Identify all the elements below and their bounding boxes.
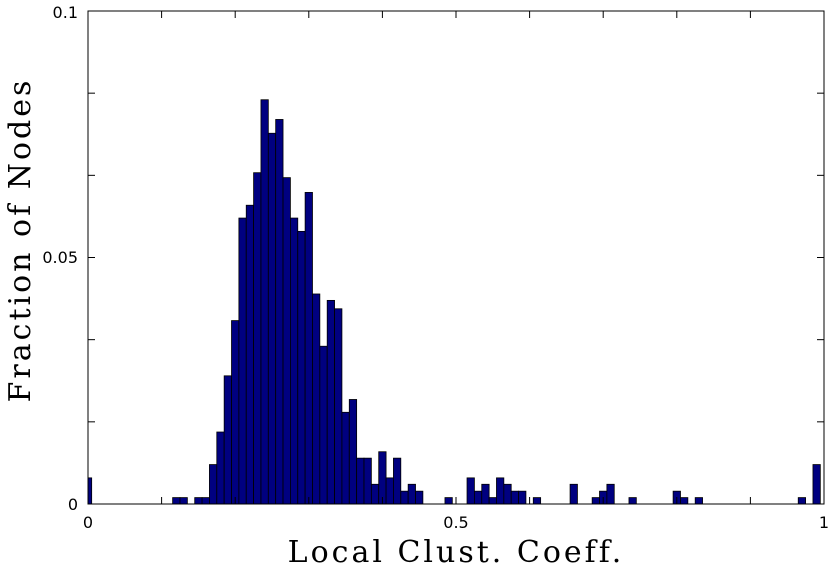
bar [348,399,358,505]
bar [341,411,350,505]
bar [510,490,519,505]
bar [466,477,475,505]
bar [680,497,689,505]
bar [591,497,600,505]
bar [231,320,240,505]
bar [503,483,512,505]
x-tick-label-1: 0.5 [443,513,468,532]
bar [532,497,542,505]
bar [628,497,637,505]
plot-background [88,11,824,504]
bar [194,497,203,505]
bar [400,490,409,505]
bar [488,497,497,505]
bar [312,293,321,505]
bar [267,132,277,505]
bar [385,477,394,505]
bar [260,99,269,505]
y-tick-label-0: 0 [68,495,78,514]
bar [275,119,284,505]
bar [378,451,387,505]
bar [209,464,218,505]
bar [569,483,578,505]
bar [797,497,806,505]
bar [334,308,343,505]
bar [496,477,505,505]
bar [289,217,299,505]
bar [87,477,93,505]
bar [481,483,490,505]
bar [297,230,306,505]
bar [393,457,402,505]
bar [172,497,181,505]
y-axis-title: Fraction of Nodes [3,78,38,403]
x-tick-label-2: 1 [819,513,829,532]
bar [319,345,328,505]
bar [201,497,210,505]
bar [370,483,380,505]
bar [216,431,225,505]
histogram-chart: 0 0.5 1 0 0.05 0.1 Local Clust. Coeff. F… [3,3,829,570]
bar [606,483,615,505]
y-tick-label-1: 0.05 [42,248,78,267]
bar [326,299,335,505]
bar [363,457,372,505]
bar [444,497,453,505]
bar [415,490,424,505]
bar [694,497,703,505]
x-axis-title: Local Clust. Coeff. [288,535,625,570]
bar [473,490,483,505]
bar [223,375,232,505]
bar [518,490,527,505]
x-tick-label-0: 0 [83,513,93,532]
y-tick-label-2: 0.1 [53,3,78,22]
bar [253,172,262,505]
bar [407,483,416,505]
bar [356,457,365,505]
bar [282,177,291,505]
bar [812,464,821,505]
bar [245,204,255,505]
bar [179,497,188,505]
bar [304,192,313,505]
bar [238,217,247,505]
